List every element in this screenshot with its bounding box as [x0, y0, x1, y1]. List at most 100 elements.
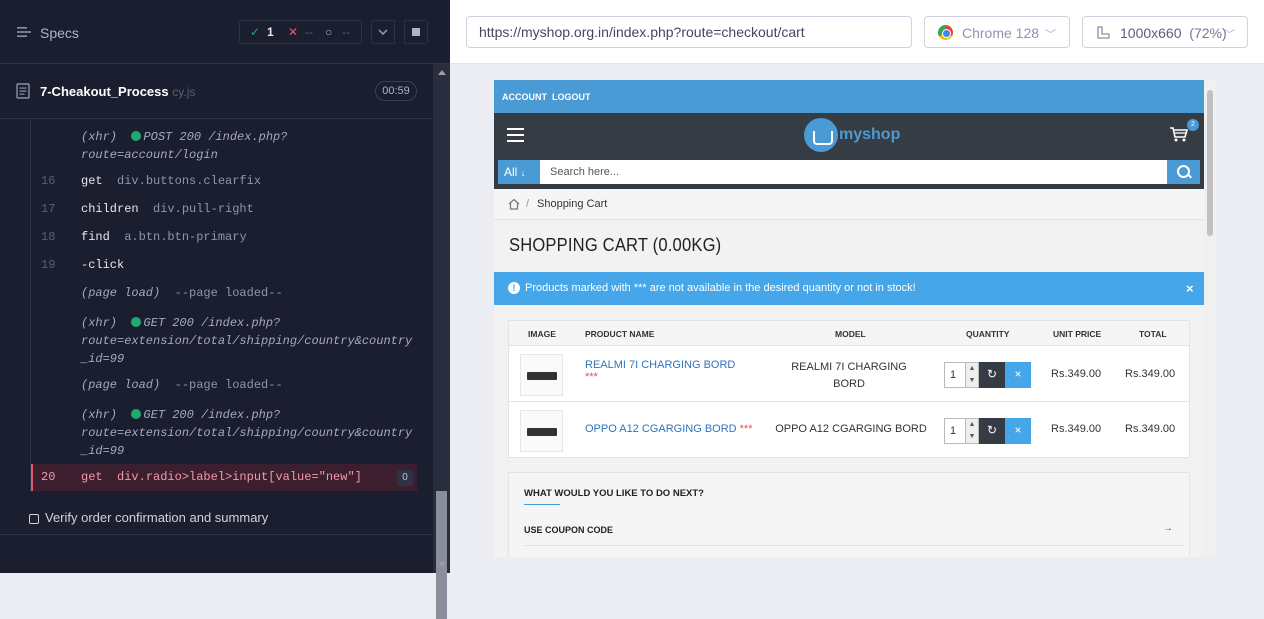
dropdown-button[interactable] [371, 20, 395, 44]
model-text: REALMI 7I CHARGING [791, 361, 907, 373]
command-arg: a.btn.btn-primary [124, 230, 247, 244]
category-value: All [504, 165, 518, 179]
basket-logo-icon [804, 118, 838, 152]
breadcrumb-separator: / [526, 198, 530, 210]
cart-count-badge: 2 [1187, 119, 1199, 131]
scroll-down-icon[interactable] [438, 562, 446, 567]
table-header: IMAGE PRODUCT NAME MODEL QUANTITY UNIT P… [509, 321, 1189, 346]
unit-price: Rs.349.00 [1051, 368, 1102, 380]
stepper-up-icon[interactable]: ▲ [966, 419, 978, 431]
scrollbar-thumb[interactable] [1207, 90, 1213, 236]
out-of-stock-marker: *** [739, 423, 753, 435]
quantity-stepper[interactable]: ▲ ▼ [966, 418, 979, 444]
chevron-down-icon: ﹀ [1045, 29, 1056, 41]
col-total: TOTAL [1139, 329, 1167, 339]
command-text: get div.buttons.clearfix [81, 174, 261, 188]
command-name: find [81, 230, 110, 244]
app-under-test: ACCOUNT LOGOUT myshop 2 All ↓ Search her… [494, 80, 1216, 557]
product-image[interactable] [520, 410, 563, 452]
event-message: --page loaded-- [174, 286, 283, 300]
product-image[interactable] [520, 354, 563, 396]
divider [524, 545, 1184, 546]
browser-selector[interactable]: Chrome 128 ﹀ [924, 16, 1070, 48]
search-button[interactable] [1167, 160, 1200, 184]
log-method: GET 200 /index.php? [143, 316, 281, 330]
log-route: route=extension/total/shipping/country&c… [81, 426, 413, 440]
stepper-up-icon[interactable]: ▲ [966, 363, 978, 375]
command-name: children [81, 202, 139, 216]
home-icon[interactable] [508, 198, 520, 210]
spec-file-name: 7-Cheakout_Process cy.js [40, 84, 195, 99]
viewport-size: 1000x660 [1120, 25, 1182, 41]
logout-link[interactable]: LOGOUT [552, 92, 591, 102]
specs-label[interactable]: Specs [40, 25, 79, 41]
command-name: get [81, 174, 103, 188]
breadcrumb-current[interactable]: Shopping Cart [537, 198, 607, 210]
quantity-input[interactable]: 1 [944, 362, 966, 388]
quantity-control: 1 ▲ ▼ ↻ × [944, 418, 1032, 444]
next-steps-heading: WHAT WOULD YOU LIKE TO DO NEXT? [524, 488, 704, 499]
next-steps-panel: WHAT WOULD YOU LIKE TO DO NEXT? USE COUP… [508, 472, 1190, 557]
status-dot-icon [131, 409, 142, 419]
alert-message: Products marked with *** are not availab… [525, 282, 916, 294]
cart-table: IMAGE PRODUCT NAME MODEL QUANTITY UNIT P… [508, 320, 1190, 458]
close-icon[interactable]: × [1186, 281, 1194, 296]
product-link[interactable]: OPPO A12 CGARGING BORD [585, 423, 737, 435]
stop-button[interactable] [404, 20, 428, 44]
table-row: REALMI 7I CHARGING BORD *** REALMI 7I CH… [509, 347, 1189, 402]
command-text: get div.radio>label>input[value="new"] [81, 470, 362, 484]
stepper-down-icon[interactable]: ▼ [966, 431, 978, 443]
log-type: (xhr) [81, 408, 118, 422]
model-text: OPPO A12 CGARGING BORD [775, 423, 927, 435]
product-link[interactable]: REALMI 7I CHARGING BORD [585, 359, 735, 371]
menu-icon[interactable] [507, 128, 524, 142]
spec-file-row[interactable]: 7-Cheakout_Process cy.js 00:59 [0, 65, 432, 119]
log-route-cont: _id=99 [81, 444, 125, 458]
specs-header: Specs ✓ 1 ✕ -- ○ -- [0, 0, 450, 64]
log-scrollbar[interactable] [433, 64, 450, 619]
page-scrollbar[interactable] [1204, 80, 1216, 557]
specs-list-icon[interactable] [16, 24, 32, 40]
status-dot-icon [131, 131, 142, 141]
quantity-input[interactable]: 1 [944, 418, 966, 444]
refresh-button[interactable]: ↻ [979, 362, 1005, 388]
event-message: --page loaded-- [174, 378, 283, 392]
viewport-info[interactable]: 1000x660 (72%) ﹀ [1082, 16, 1248, 48]
viewport-zoom: (72%) [1189, 25, 1227, 41]
test-runner-panel: Specs ✓ 1 ✕ -- ○ -- 7-Cheakout_Process c… [0, 0, 450, 619]
failed-command-row[interactable]: 20 get div.radio>label>input[value="new"… [31, 464, 417, 491]
chevron-down-icon: ﹀ [1224, 29, 1235, 41]
refresh-button[interactable]: ↻ [979, 418, 1005, 444]
pending-count: -- [342, 25, 350, 39]
log-type: (xhr) [81, 130, 118, 144]
log-xhr-text: (xhr) GET 200 /index.php? route=extensio… [81, 314, 412, 368]
arrow-right-icon[interactable]: → [1163, 523, 1173, 534]
col-image: IMAGE [528, 329, 556, 339]
remove-button[interactable]: × [1005, 418, 1031, 444]
search-input[interactable]: Search here... [550, 166, 619, 178]
pending-test-title[interactable]: Verify order confirmation and summary [45, 510, 268, 525]
cart-icon[interactable] [1169, 125, 1189, 143]
top-links-bar: ACCOUNT LOGOUT [494, 80, 1204, 113]
site-logo[interactable]: myshop [804, 118, 900, 152]
line-number: 17 [41, 202, 56, 216]
col-unit-price: UNIT PRICE [1053, 329, 1102, 339]
stepper-down-icon[interactable]: ▼ [966, 375, 978, 387]
model-cell: OPPO A12 CGARGING BORD [771, 423, 931, 435]
use-coupon-toggle[interactable]: USE COUPON CODE [524, 525, 613, 535]
test-stats: ✓ 1 ✕ -- ○ -- [239, 20, 362, 44]
close-icon: × [1014, 367, 1022, 381]
table-row: OPPO A12 CGARGING BORD *** OPPO A12 CGAR… [509, 403, 1189, 458]
account-link[interactable]: ACCOUNT [502, 92, 547, 102]
scroll-up-icon[interactable] [438, 70, 446, 75]
spec-duration: 00:59 [375, 81, 417, 101]
quantity-stepper[interactable]: ▲ ▼ [966, 362, 979, 388]
command-arg: div.buttons.clearfix [117, 174, 262, 188]
remove-button[interactable]: × [1005, 362, 1031, 388]
failed-count: -- [305, 25, 313, 39]
category-select[interactable]: All ↓ [498, 160, 540, 184]
scrollbar-thumb[interactable] [436, 491, 447, 619]
line-number: 19 [41, 258, 56, 272]
url-bar[interactable]: https://myshop.org.in/index.php?route=ch… [466, 16, 912, 48]
pending-test-icon [29, 514, 39, 524]
